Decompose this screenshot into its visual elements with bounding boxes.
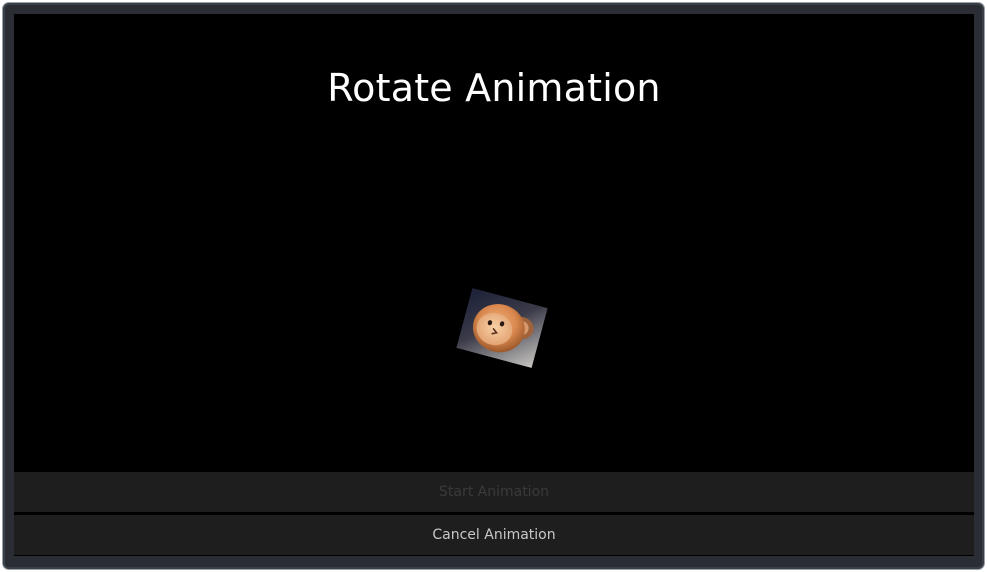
start-animation-button[interactable]: Start Animation (14, 472, 974, 512)
monkey-face-image (456, 287, 548, 369)
cancel-animation-button[interactable]: Cancel Animation (14, 515, 974, 555)
page-title: Rotate Animation (327, 66, 661, 110)
device-frame: Rotate Animation Start Animation Cancel … (2, 2, 985, 570)
app-screen: Rotate Animation Start Animation Cancel … (14, 14, 974, 556)
rotating-image-container (456, 287, 548, 369)
